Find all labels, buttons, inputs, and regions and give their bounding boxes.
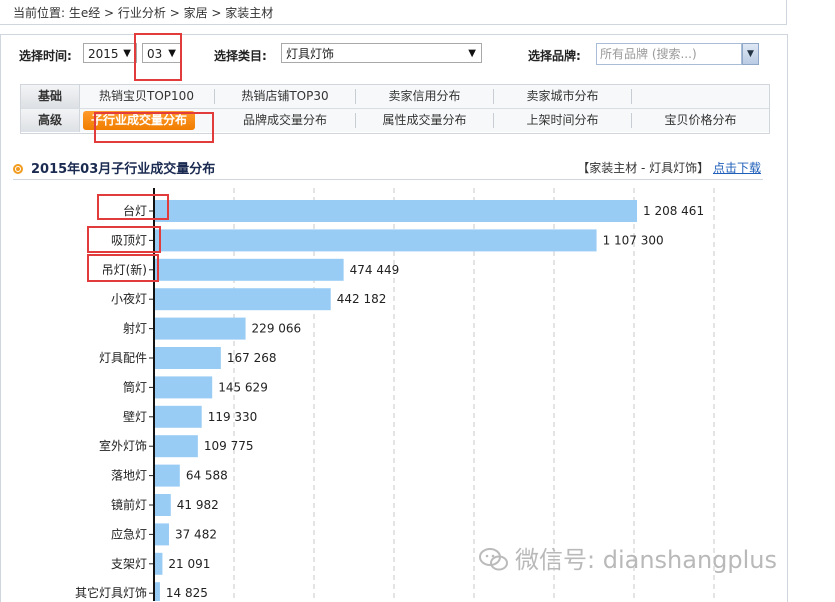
value-label: 145 629 xyxy=(218,380,268,394)
wechat-icon xyxy=(479,548,508,571)
category-label: 壁灯 xyxy=(123,409,147,424)
value-label: 21 091 xyxy=(168,557,210,571)
value-label: 1 208 461 xyxy=(643,204,704,218)
bar xyxy=(154,317,246,340)
bar xyxy=(154,288,331,311)
bar xyxy=(154,494,171,516)
value-label: 474 449 xyxy=(350,263,400,277)
value-label: 64 588 xyxy=(186,469,228,483)
subindustry-bar-chart: 台灯 1 208 461吸顶灯 1 107 300吊灯(新) 474 449小夜灯 44… xyxy=(75,188,715,601)
value-label: 37 482 xyxy=(175,527,217,541)
bar xyxy=(154,376,213,399)
value-label: 119 330 xyxy=(208,410,258,424)
category-label: 其它灯具灯饰 xyxy=(75,585,147,600)
bar xyxy=(154,435,198,458)
bar xyxy=(154,229,597,252)
value-label: 1 107 300 xyxy=(603,233,664,247)
watermark: 微信号: dianshangplus xyxy=(479,540,777,575)
bar xyxy=(154,464,180,487)
bar xyxy=(154,523,169,546)
bar xyxy=(154,200,637,222)
category-label: 筒灯 xyxy=(123,379,147,394)
value-label: 14 825 xyxy=(166,586,208,600)
category-label: 支架灯 xyxy=(111,557,147,571)
category-label: 小夜灯 xyxy=(111,291,147,306)
category-label: 射灯 xyxy=(123,321,147,336)
highlight-box-month xyxy=(134,33,182,81)
category-label: 落地灯 xyxy=(111,469,147,483)
bar xyxy=(154,347,221,369)
highlight-box-row-2 xyxy=(87,226,161,253)
bar xyxy=(154,552,163,575)
highlight-box-row-1 xyxy=(97,194,169,220)
highlight-box-active-tab xyxy=(94,112,214,143)
value-label: 167 268 xyxy=(227,351,277,365)
category-label: 灯具配件 xyxy=(99,351,147,365)
category-label: 室外灯饰 xyxy=(99,438,147,453)
value-label: 109 775 xyxy=(204,439,254,453)
bar xyxy=(154,258,344,281)
category-label: 镜前灯 xyxy=(111,497,147,512)
value-label: 41 982 xyxy=(177,498,219,512)
highlight-box-row-3 xyxy=(87,254,159,282)
category-label: 应急灯 xyxy=(111,526,147,541)
value-label: 442 182 xyxy=(337,292,387,306)
bar xyxy=(154,405,202,428)
watermark-text: 微信号: dianshangplus xyxy=(515,546,778,574)
value-label: 229 066 xyxy=(252,322,302,336)
